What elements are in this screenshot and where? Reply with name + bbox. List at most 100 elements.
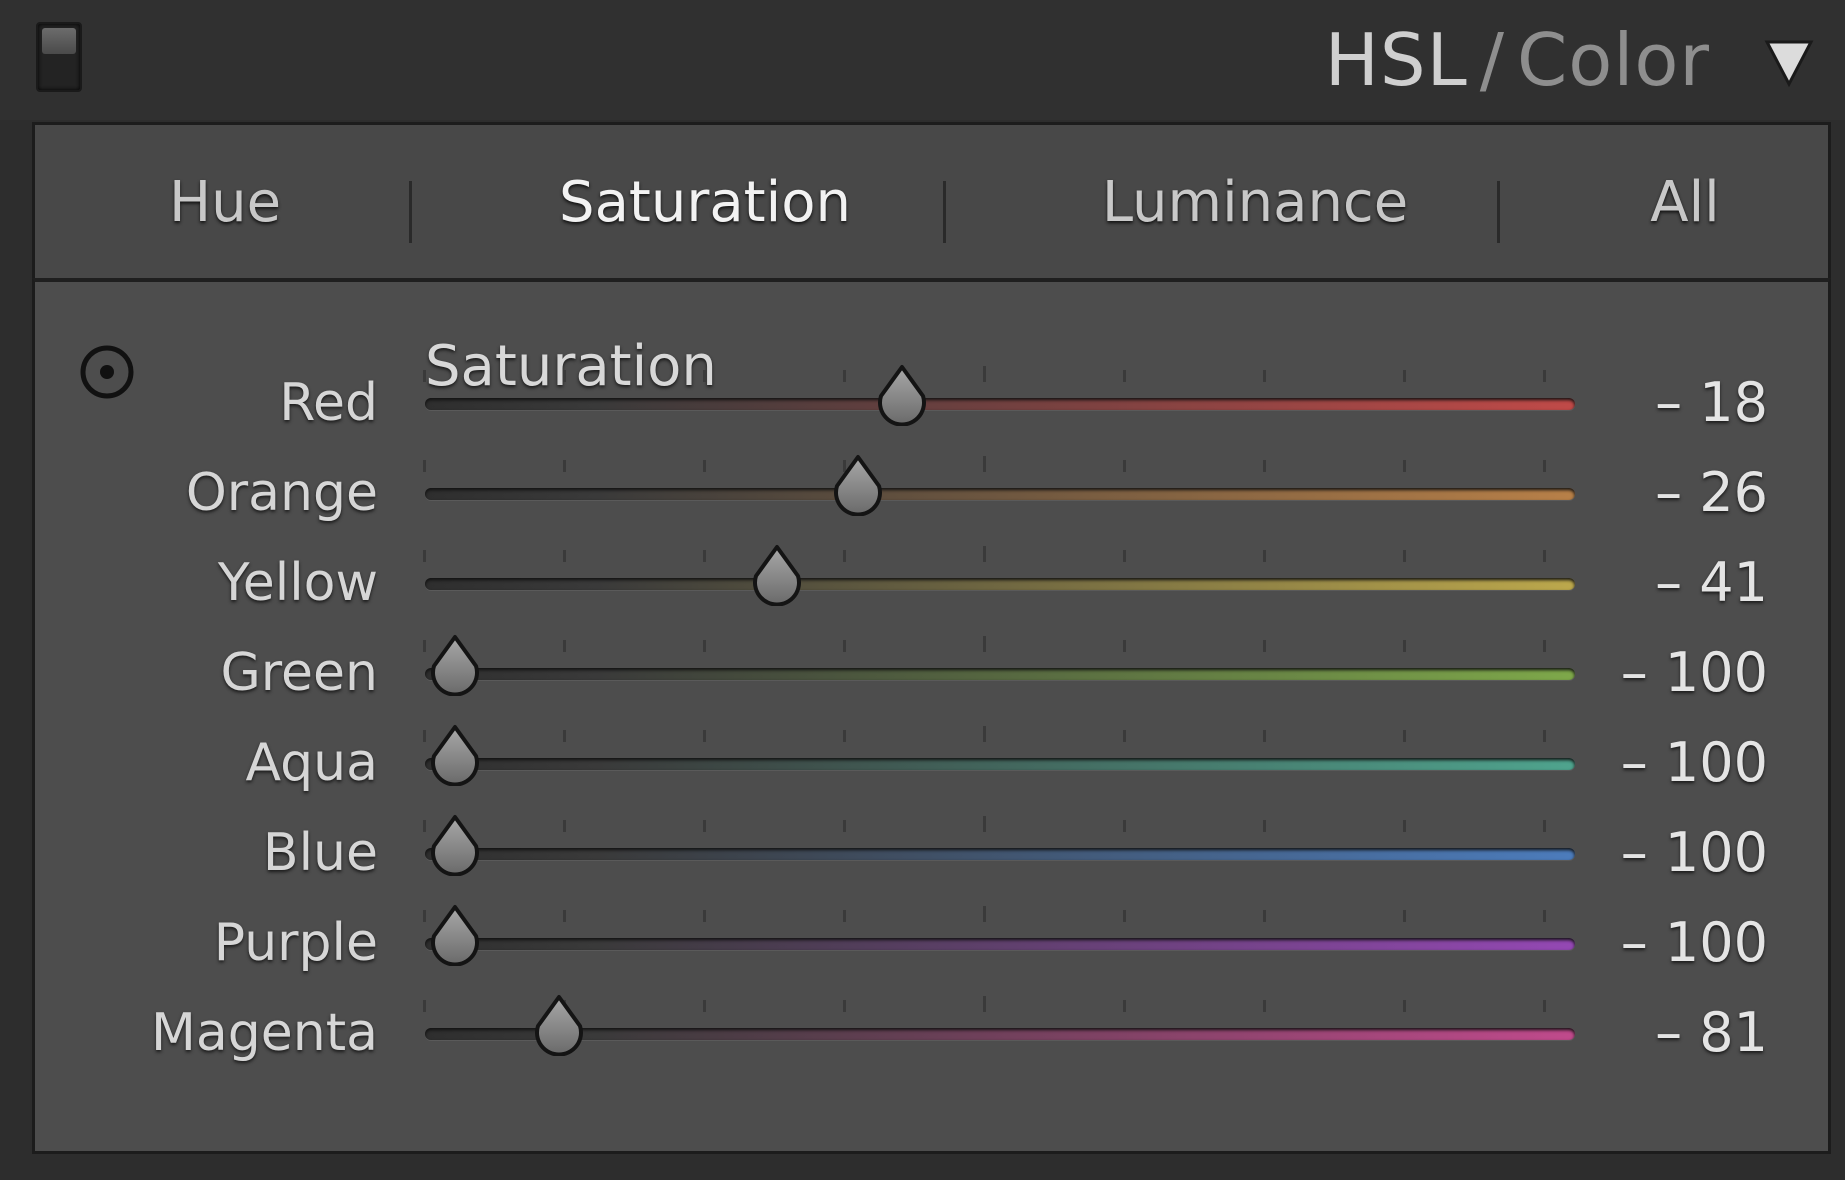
slider-tick: [1263, 730, 1266, 742]
slider-track-orange[interactable]: [425, 488, 1575, 500]
triangle-down-icon[interactable]: [1763, 38, 1815, 88]
slider-ticks: [423, 366, 1548, 382]
slider-ticks: [423, 456, 1548, 472]
tab-luminance[interactable]: Luminance: [975, 125, 1535, 281]
slider-thumb-blue[interactable]: [426, 814, 484, 876]
slider-tick: [843, 820, 846, 832]
slider-tick: [703, 370, 706, 382]
slider-tick: [423, 460, 426, 472]
slider-ticks: [423, 726, 1548, 742]
slider-tick: [703, 910, 706, 922]
slider-row-magenta: Magenta – 81: [35, 988, 1828, 1078]
slider-tick: [423, 550, 426, 562]
slider-value-magenta[interactable]: – 81: [1655, 988, 1768, 1078]
panel-switch-knob: [42, 28, 76, 54]
slider-tick: [1543, 730, 1546, 742]
slider-tick: [1403, 820, 1406, 832]
slider-row-red: Red – 18: [35, 358, 1828, 448]
slider-tick: [1263, 910, 1266, 922]
title-color[interactable]: Color: [1517, 18, 1710, 102]
slider-thumb-aqua[interactable]: [426, 724, 484, 786]
slider-tick: [703, 820, 706, 832]
slider-value-blue[interactable]: – 100: [1621, 808, 1768, 898]
slider-tick: [1263, 550, 1266, 562]
slider-label: Red: [279, 373, 378, 433]
slider-tick: [703, 1000, 706, 1012]
slider-tick: [563, 370, 566, 382]
slider-tick: [1123, 640, 1126, 652]
slider-value-aqua[interactable]: – 100: [1621, 718, 1768, 808]
slider-tick: [983, 996, 986, 1012]
panel-switch-icon[interactable]: [36, 22, 82, 92]
slider-thumb-purple[interactable]: [426, 904, 484, 966]
slider-value-purple[interactable]: – 100: [1621, 898, 1768, 988]
slider-track-purple[interactable]: [425, 938, 1575, 950]
slider-track-magenta[interactable]: [425, 1028, 1575, 1040]
slider-thumb-magenta[interactable]: [530, 994, 588, 1056]
slider-thumb-red[interactable]: [873, 364, 931, 426]
slider-track-red[interactable]: [425, 398, 1575, 410]
slider-ticks: [423, 906, 1548, 922]
tab-all[interactable]: All: [1535, 125, 1835, 281]
slider-row-aqua: Aqua – 100: [35, 718, 1828, 808]
slider-track-aqua[interactable]: [425, 758, 1575, 770]
slider-tick: [1543, 820, 1546, 832]
slider-tick: [1123, 460, 1126, 472]
slider-tick: [1123, 730, 1126, 742]
tab-hue[interactable]: Hue: [75, 125, 375, 281]
slider-row-yellow: Yellow – 41: [35, 538, 1828, 628]
slider-row-purple: Purple – 100: [35, 898, 1828, 988]
slider-track-yellow[interactable]: [425, 578, 1575, 590]
slider-label: Orange: [185, 463, 378, 523]
slider-tick: [1123, 370, 1126, 382]
slider-tick: [563, 820, 566, 832]
slider-tick: [1543, 640, 1546, 652]
slider-ticks: [423, 996, 1548, 1012]
tab-divider: [943, 181, 946, 243]
slider-tick: [983, 636, 986, 652]
slider-thumb-yellow[interactable]: [748, 544, 806, 606]
slider-tick: [843, 550, 846, 562]
slider-label: Blue: [262, 823, 378, 883]
slider-tick: [423, 370, 426, 382]
slider-thumb-orange[interactable]: [829, 454, 887, 516]
saturation-content: Saturation Red – 18 Orange – 26 Yellow – 41 Gr…: [32, 278, 1831, 1154]
slider-tick: [1123, 1000, 1126, 1012]
slider-tick: [983, 816, 986, 832]
slider-tick: [1263, 1000, 1266, 1012]
slider-track-blue[interactable]: [425, 848, 1575, 860]
slider-tick: [1543, 550, 1546, 562]
slider-thumb-green[interactable]: [426, 634, 484, 696]
slider-tick: [983, 456, 986, 472]
slider-row-orange: Orange – 26: [35, 448, 1828, 538]
slider-tick: [423, 1000, 426, 1012]
slider-label: Purple: [213, 913, 378, 973]
slider-ticks: [423, 636, 1548, 652]
slider-value-orange[interactable]: – 26: [1655, 448, 1768, 538]
slider-tick: [1123, 820, 1126, 832]
panel-header[interactable]: HSL / Color: [0, 0, 1845, 120]
slider-label: Magenta: [151, 1003, 378, 1063]
slider-tick: [1543, 370, 1546, 382]
slider-label: Aqua: [245, 733, 379, 793]
slider-tick: [1543, 460, 1546, 472]
slider-tick: [843, 730, 846, 742]
slider-tick: [1403, 730, 1406, 742]
slider-tick: [843, 1000, 846, 1012]
panel-title: HSL / Color: [1325, 20, 1710, 100]
slider-track-green[interactable]: [425, 668, 1575, 680]
tab-divider: [1497, 181, 1500, 243]
slider-tick: [703, 460, 706, 472]
slider-value-green[interactable]: – 100: [1621, 628, 1768, 718]
slider-value-red[interactable]: – 18: [1655, 358, 1768, 448]
slider-tick: [1543, 1000, 1546, 1012]
slider-tick: [1403, 550, 1406, 562]
slider-tick: [1263, 370, 1266, 382]
slider-tick: [1403, 460, 1406, 472]
tab-saturation[interactable]: Saturation: [445, 125, 965, 281]
slider-tick: [703, 730, 706, 742]
slider-value-yellow[interactable]: – 41: [1655, 538, 1768, 628]
slider-tick: [703, 550, 706, 562]
slider-tick: [843, 640, 846, 652]
title-hsl[interactable]: HSL: [1325, 18, 1468, 102]
